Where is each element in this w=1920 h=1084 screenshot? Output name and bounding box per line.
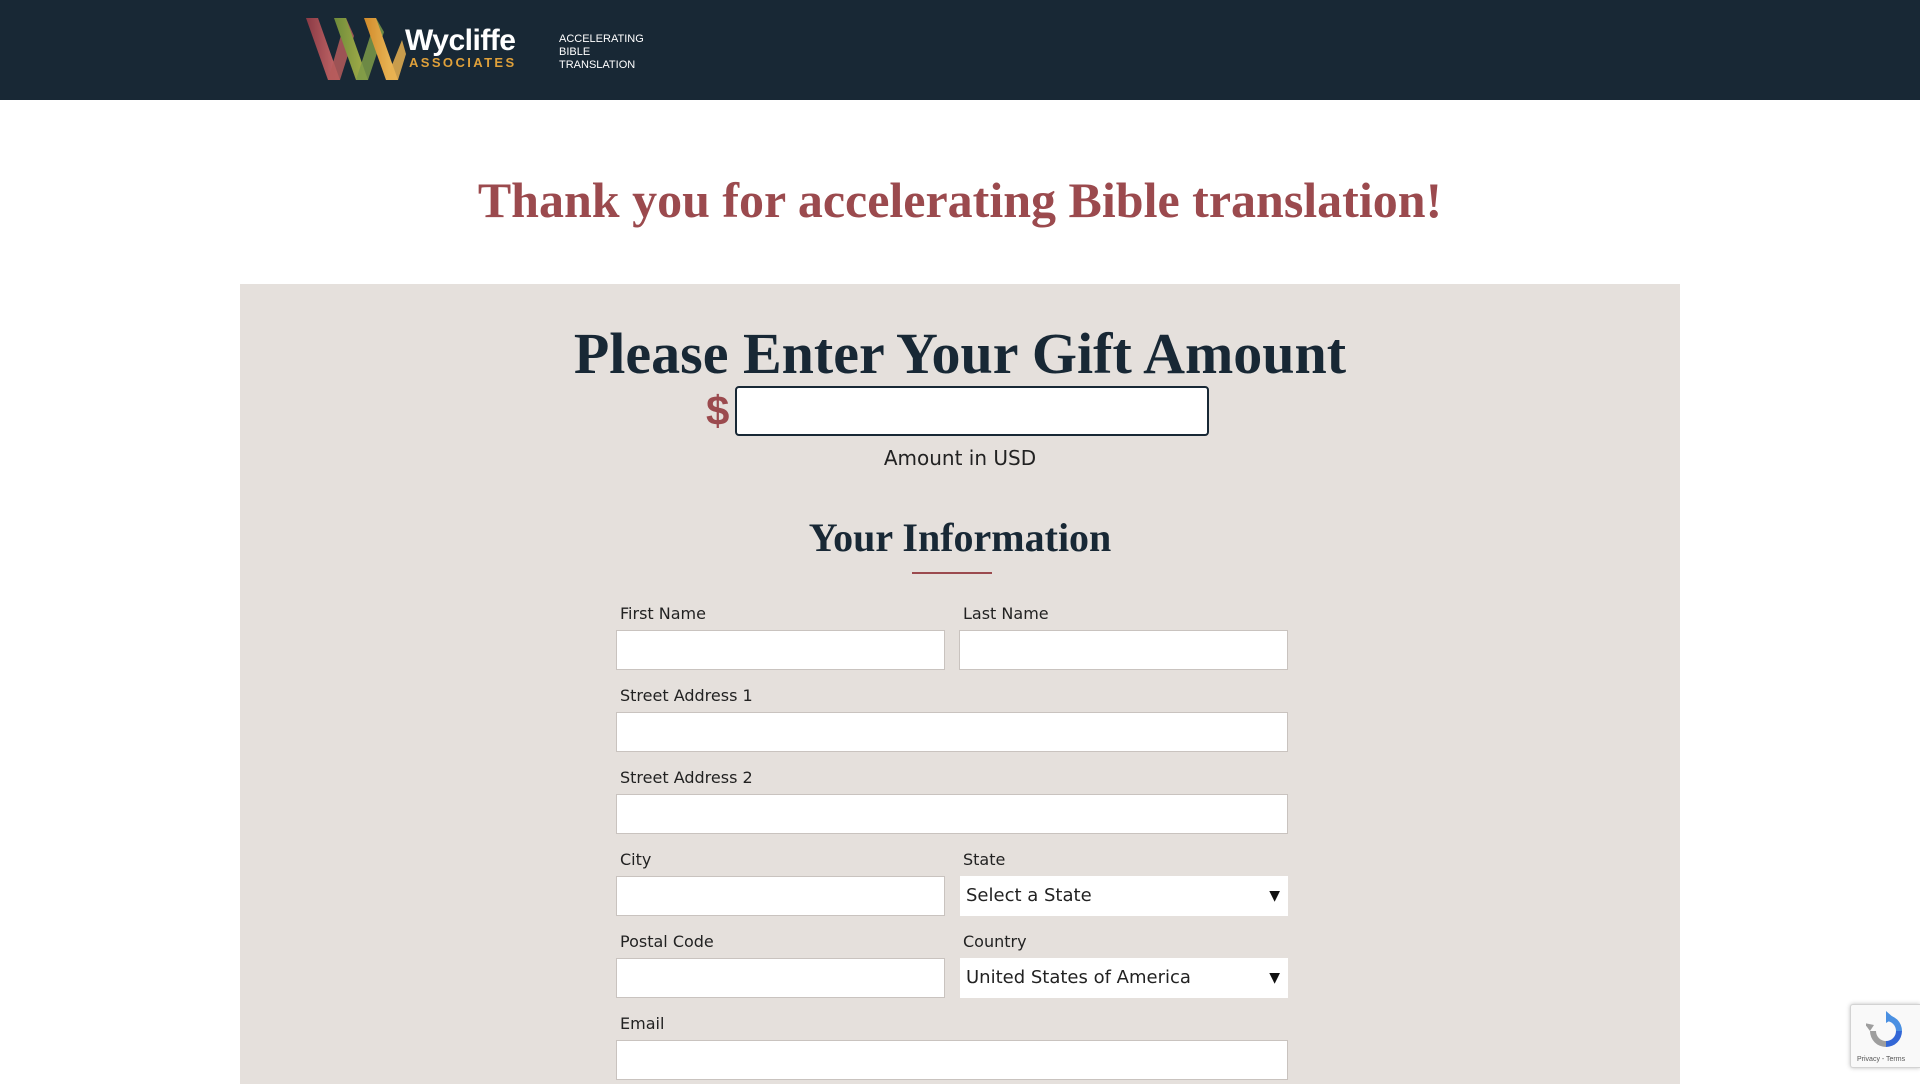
currency-symbol: $	[706, 387, 730, 434]
dropdown-arrow-icon: ▼	[1269, 970, 1280, 986]
postal-code-label: Postal Code	[620, 932, 714, 951]
tagline-line: TRANSLATION	[559, 59, 636, 71]
dropdown-arrow-icon: ▼	[1269, 888, 1280, 904]
state-selected-value: Select a State	[966, 885, 1092, 906]
amount-caption: Amount in USD	[883, 446, 1037, 470]
last-name-label: Last Name	[963, 604, 1049, 623]
street-address-2-field[interactable]	[616, 794, 1288, 834]
first-name-field[interactable]	[616, 630, 945, 670]
state-label: State	[963, 850, 1006, 869]
city-field[interactable]	[616, 876, 945, 916]
street-address-2-label: Street Address 2	[620, 768, 753, 787]
gift-amount-title: Please Enter Your Gift Amount	[573, 321, 1347, 386]
section-divider	[912, 572, 992, 574]
city-label: City	[620, 850, 652, 869]
thank-you-headline: Thank you for accelerating Bible transla…	[477, 172, 1443, 228]
tagline-line: BIBLE	[559, 46, 591, 58]
brand-subtitle: ASSOCIATES	[409, 55, 517, 70]
country-label: Country	[963, 932, 1027, 951]
street-address-1-label: Street Address 1	[620, 686, 753, 705]
your-information-title: Your Information	[808, 515, 1112, 560]
postal-code-field[interactable]	[616, 958, 945, 998]
last-name-field[interactable]	[959, 630, 1288, 670]
state-select[interactable]: Select a State ▼	[960, 876, 1288, 916]
first-name-label: First Name	[620, 604, 706, 623]
recaptcha-badge[interactable]: Privacy - Terms	[1850, 1004, 1920, 1068]
email-field[interactable]	[616, 1040, 1288, 1080]
email-label: Email	[620, 1014, 665, 1033]
recaptcha-icon	[1866, 1011, 1902, 1047]
country-select[interactable]: United States of America ▼	[960, 958, 1288, 998]
tagline-line: ACCELERATING	[559, 33, 644, 45]
wycliffe-logo-icon[interactable]	[306, 18, 406, 80]
street-address-1-field[interactable]	[616, 712, 1288, 752]
country-selected-value: United States of America	[966, 967, 1191, 988]
brand-name: Wycliffe	[405, 24, 516, 57]
gift-amount-input[interactable]	[735, 386, 1209, 436]
recaptcha-links[interactable]: Privacy - Terms	[1857, 1055, 1920, 1064]
tagline: ACCELERATING BIBLE TRANSLATION	[559, 33, 669, 72]
site-header: Wycliffe ASSOCIATES ACCELERATING BIBLE T…	[0, 0, 1920, 100]
